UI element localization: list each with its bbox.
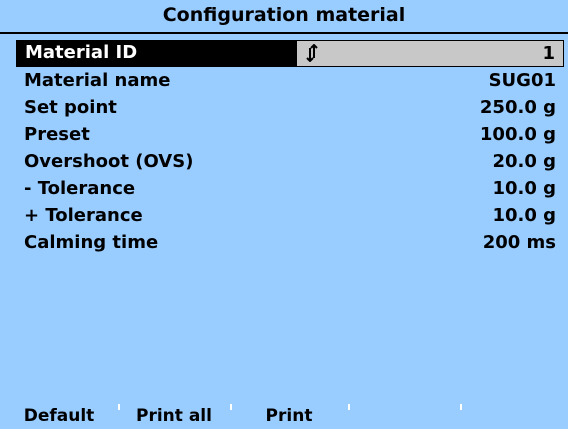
row-material-id[interactable]: Material ID 1: [16, 40, 564, 67]
row-set-point[interactable]: Set point 250.0 g: [16, 94, 564, 121]
row-value: 1: [542, 43, 555, 64]
row-value: 200 ms: [482, 232, 556, 253]
row-value: SUG01: [488, 70, 556, 91]
page-title: Configuration material: [0, 0, 568, 30]
row-value: 20.0 g: [492, 151, 556, 172]
row-value: 100.0 g: [479, 124, 556, 145]
softkey-label: Default: [23, 405, 95, 426]
softkey-divider: [230, 404, 232, 410]
row-overshoot[interactable]: Overshoot (OVS) 20.0 g: [16, 148, 564, 175]
softkey-divider: [348, 404, 350, 410]
row-label: Material ID: [25, 42, 138, 63]
softkey-4[interactable]: [348, 402, 460, 429]
softkey-divider: [118, 404, 120, 410]
print-softkey[interactable]: Print: [230, 402, 348, 429]
softkey-label: Print all: [136, 405, 212, 426]
title-divider: [0, 32, 568, 34]
row-label: Overshoot (OVS): [24, 151, 194, 172]
softkey-label: Print: [265, 405, 313, 426]
row-calming-time[interactable]: Calming time 200 ms: [16, 229, 564, 256]
print-all-softkey[interactable]: Print all: [118, 402, 230, 429]
row-label: Preset: [24, 124, 90, 145]
row-label: Calming time: [24, 232, 159, 253]
row-value: 10.0 g: [492, 205, 556, 226]
row-label: + Tolerance: [24, 205, 143, 226]
row-value: 250.0 g: [479, 97, 556, 118]
parameter-list: Material ID 1 Material name SUG01 Set po…: [16, 40, 564, 256]
selected-label-cell: Material ID: [17, 41, 297, 66]
row-minus-tolerance[interactable]: - Tolerance 10.0 g: [16, 175, 564, 202]
material-id-field[interactable]: 1: [297, 41, 563, 66]
page-title-text: Configuration material: [162, 4, 406, 26]
row-preset[interactable]: Preset 100.0 g: [16, 121, 564, 148]
softkey-divider: [460, 404, 462, 410]
default-softkey[interactable]: Default: [0, 402, 118, 429]
row-plus-tolerance[interactable]: + Tolerance 10.0 g: [16, 202, 564, 229]
up-down-arrows-icon: [306, 44, 318, 62]
softkey-5[interactable]: [460, 402, 568, 429]
row-value: 10.0 g: [492, 178, 556, 199]
row-label: Material name: [24, 70, 171, 91]
row-label: - Tolerance: [24, 178, 136, 199]
row-label: Set point: [24, 97, 117, 118]
row-material-name[interactable]: Material name SUG01: [16, 67, 564, 94]
softkey-bar: Default Print all Print: [0, 402, 568, 429]
